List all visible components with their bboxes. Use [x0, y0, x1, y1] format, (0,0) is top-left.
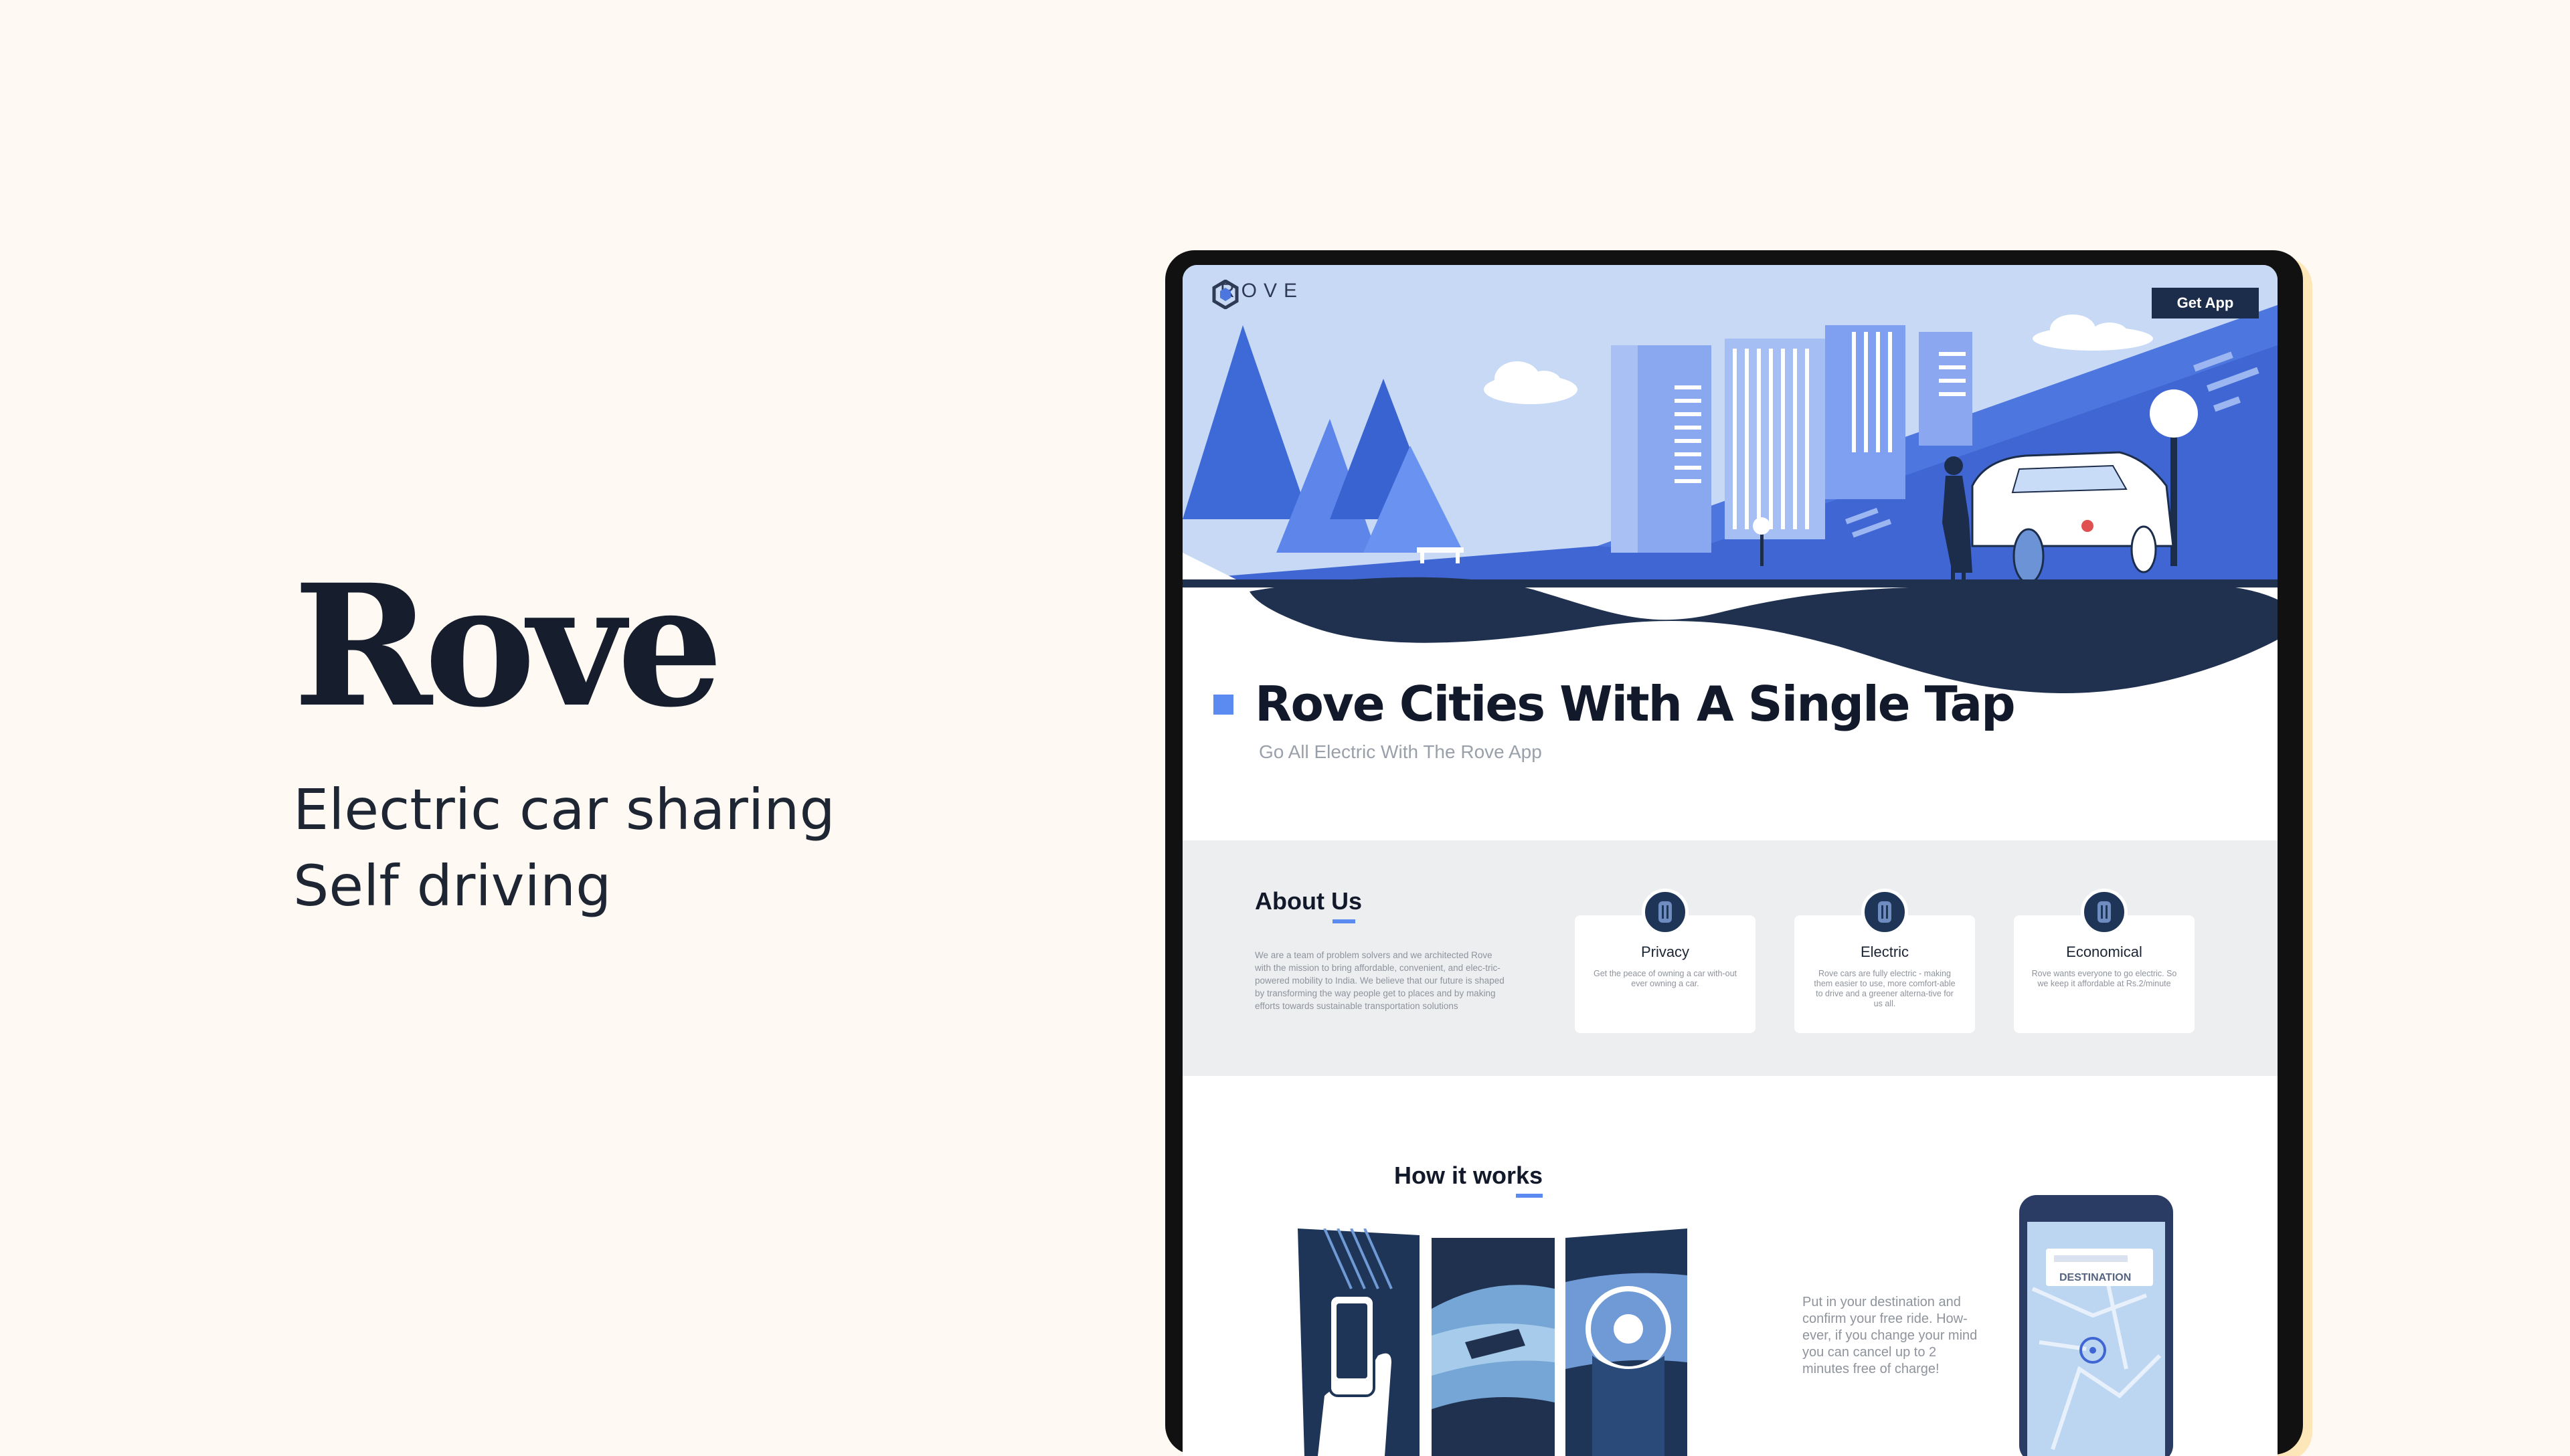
- logo-hex-icon: [1212, 280, 1239, 309]
- hero-subheadline: Go All Electric With The Rove App: [1259, 741, 1542, 762]
- car-icon-economical: [2081, 889, 2128, 935]
- get-app-button[interactable]: Get App: [2152, 288, 2259, 318]
- feature-title: Electric: [1860, 943, 1909, 960]
- site-logo[interactable]: ROVE: [1212, 280, 1304, 309]
- tablet-frame: ROVE Get App Rove Cities With A Single T…: [1165, 250, 2303, 1456]
- hero-illustration: [1183, 265, 2278, 693]
- feature-card-electric: Electric Rove cars are fully electric - …: [1794, 889, 1975, 1033]
- how-it-works-description: Put in your destination and confirm your…: [1802, 1295, 1978, 1376]
- about-body: We are a team of problem solvers and we …: [1255, 950, 1505, 1011]
- brand-title: Rove: [293, 547, 723, 744]
- phone-mockup: DESTINATION: [2019, 1195, 2173, 1456]
- feature-card-privacy: Privacy Get the peace of owning a car wi…: [1575, 889, 1755, 1033]
- car-icon-privacy: [1642, 889, 1689, 935]
- feature-text: Get the peace of owning a car with-out e…: [1593, 969, 1737, 988]
- tablet-screen: ROVE Get App Rove Cities With A Single T…: [1183, 265, 2278, 1456]
- how-it-works-underline: [1516, 1194, 1543, 1198]
- feature-text: Rove cars are fully electric - making th…: [1814, 969, 1956, 1008]
- about-section: About Us We are a team of problem solver…: [1183, 840, 2278, 1076]
- feature-text: Rove wants everyone to go electric. So w…: [2031, 969, 2177, 988]
- about-title: About Us: [1255, 887, 1362, 915]
- feature-card-economical: Economical Rove wants everyone to go ele…: [2014, 889, 2195, 1033]
- hero-section: ROVE Get App: [1183, 265, 2278, 713]
- destination-label: DESTINATION: [2059, 1272, 2131, 1283]
- feature-title: Economical: [2066, 943, 2142, 960]
- about-underline: [1333, 919, 1355, 923]
- car-icon-electric: [1861, 889, 1908, 935]
- headline-accent-square: [1213, 695, 1233, 715]
- tagline-self-driving: Self driving: [293, 853, 612, 919]
- feature-title: Privacy: [1640, 943, 1690, 960]
- tagline-electric: Electric car sharing: [293, 777, 835, 842]
- how-it-works-title: How it works: [1394, 1162, 1543, 1189]
- hero-headline: Rove Cities With A Single Tap: [1255, 676, 2016, 732]
- how-it-works-illustration: [1298, 1228, 1687, 1456]
